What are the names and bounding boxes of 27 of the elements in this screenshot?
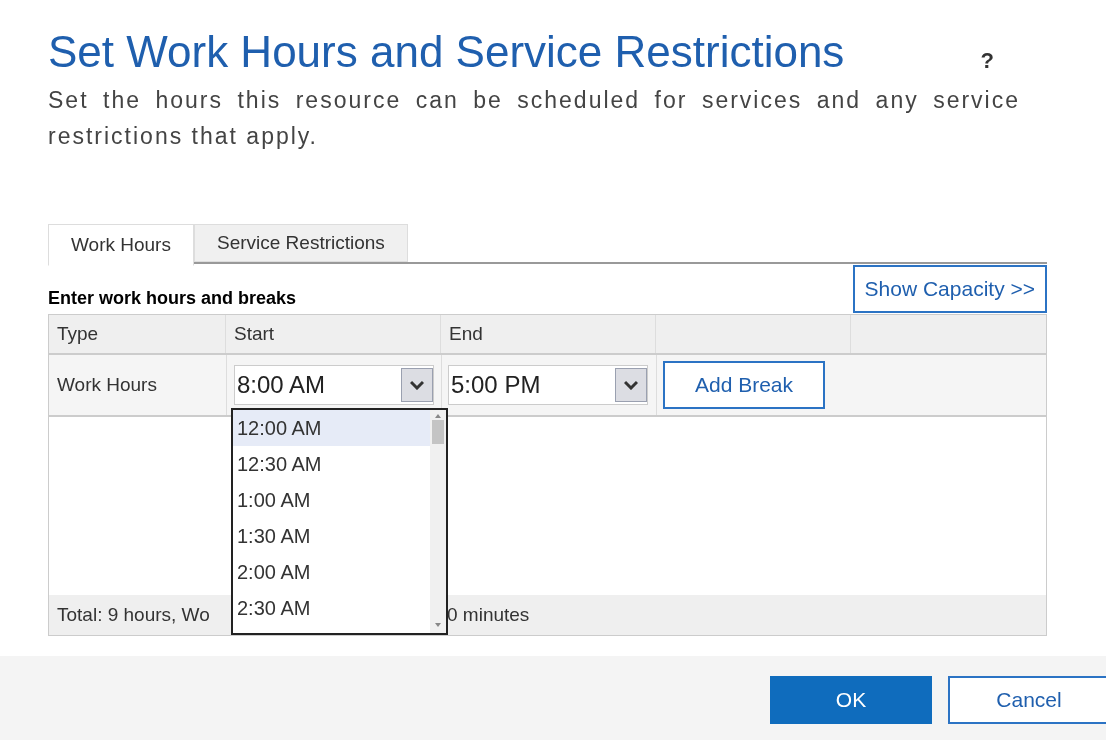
dropdown-button[interactable] <box>615 368 647 402</box>
start-time-select[interactable]: 8:00 AM <box>234 365 434 405</box>
dropdown-button[interactable] <box>401 368 433 402</box>
dropdown-option[interactable]: 12:00 AM <box>233 410 430 446</box>
tab[interactable]: Work Hours <box>48 224 194 266</box>
scrollbar[interactable] <box>430 410 446 633</box>
dialog-description: Set the hours this resource can be scheduled for services and any service restrictions that apply. <box>48 86 1020 151</box>
cancel-button[interactable]: Cancel <box>948 676 1106 724</box>
total-summary: 0 minutes <box>447 602 530 627</box>
chevron-down-icon <box>624 380 638 390</box>
tab[interactable]: Service Restrictions <box>193 224 408 262</box>
section-title: Enter work hours and breaks <box>48 287 297 310</box>
show-capacity-button[interactable]: Show Capacity >> <box>852 265 1047 313</box>
column-header: Type <box>49 315 226 353</box>
scroll-down-icon <box>435 623 441 627</box>
column-header: Start <box>226 315 441 353</box>
dialog-title: Set Work Hours and Service Restrictions <box>48 26 845 78</box>
scroll-up-icon <box>435 414 441 418</box>
total-summary: Total: 9 hours, Wo <box>56 602 211 627</box>
help-button[interactable]: ? <box>980 44 994 77</box>
ok-button[interactable]: OK <box>770 676 932 724</box>
end-time-select[interactable]: 5:00 PM <box>448 365 648 405</box>
chevron-down-icon <box>410 380 424 390</box>
column-header: End <box>441 315 656 353</box>
scrollbar-thumb[interactable] <box>432 420 444 444</box>
table-cell-text: Work Hours <box>56 372 158 397</box>
add-break-button[interactable]: Add Break <box>663 361 825 409</box>
